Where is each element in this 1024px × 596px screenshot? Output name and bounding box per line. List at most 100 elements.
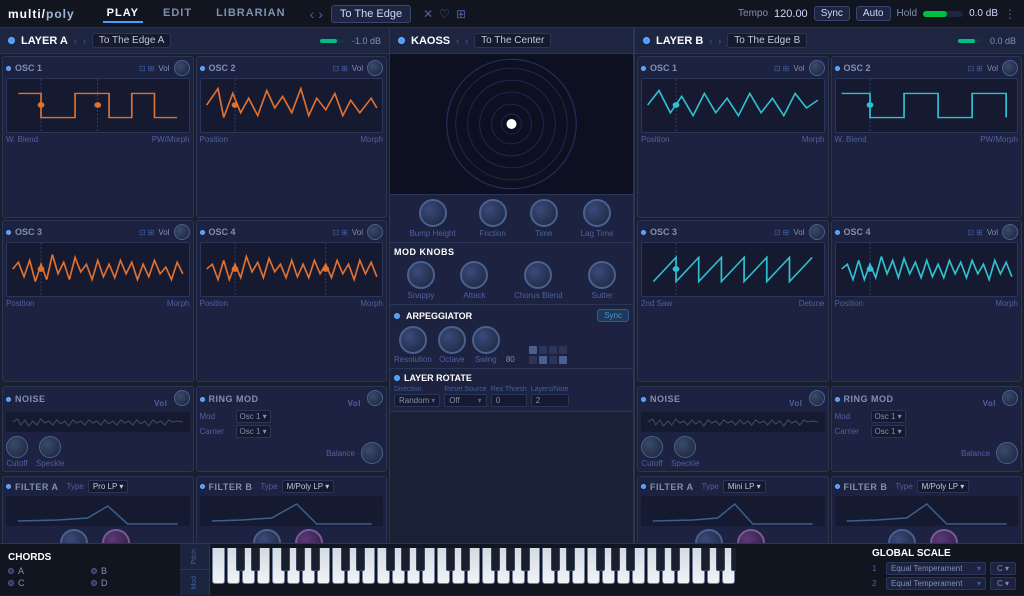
- piano-key-black[interactable]: [401, 548, 410, 571]
- piano-key-white[interactable]: [647, 548, 660, 584]
- piano-key-black[interactable]: [611, 548, 620, 571]
- heart-icon[interactable]: ♡: [439, 7, 450, 21]
- piano-key-white[interactable]: [212, 548, 225, 584]
- gs-val-2[interactable]: Equal Temperament ▾: [886, 577, 986, 590]
- piano-key-black[interactable]: [656, 548, 665, 571]
- piano-key-white[interactable]: [377, 548, 390, 584]
- chord-b[interactable]: B: [91, 566, 172, 576]
- next-preset-arrow[interactable]: ›: [318, 6, 323, 22]
- osc1-wave-icon[interactable]: ⊡: [139, 64, 146, 73]
- chorus-blend-knob[interactable]: [524, 261, 552, 289]
- osc2-vol-knob[interactable]: [367, 60, 383, 76]
- osc3-vol-knob[interactable]: [174, 224, 190, 240]
- resolution-knob[interactable]: [399, 326, 427, 354]
- arp-step-3[interactable]: [549, 346, 557, 354]
- octave-knob[interactable]: [438, 326, 466, 354]
- b-osc4-wave-icon[interactable]: ⊡: [967, 228, 974, 237]
- piano-key-white[interactable]: [332, 548, 345, 584]
- piano-key-black[interactable]: [356, 548, 365, 571]
- piano-keyboard[interactable]: [210, 548, 864, 592]
- b-osc3-wave-icon[interactable]: ⊡: [774, 228, 781, 237]
- filter-b-type-select[interactable]: M/Poly LP ▾: [282, 480, 335, 493]
- piano-key-black[interactable]: [311, 548, 320, 571]
- layer-a-nav-right[interactable]: ›: [83, 36, 86, 46]
- tab-edit[interactable]: EDIT: [159, 5, 196, 23]
- osc4-vol-knob[interactable]: [367, 224, 383, 240]
- osc3-settings-icon[interactable]: ⊞: [148, 228, 155, 237]
- b-noise-speckle-knob[interactable]: [674, 436, 696, 458]
- piano-key-black[interactable]: [236, 548, 245, 571]
- ringmod-vol-knob[interactable]: [367, 390, 383, 406]
- tempo-value[interactable]: 120.00: [774, 8, 808, 20]
- b-osc2-wave-icon[interactable]: ⊡: [967, 64, 974, 73]
- b-osc1-wave-icon[interactable]: ⊡: [774, 64, 781, 73]
- swing-knob[interactable]: [472, 326, 500, 354]
- arp-step-6[interactable]: [539, 356, 547, 364]
- b-osc4-settings-icon[interactable]: ⊞: [976, 228, 983, 237]
- arp-step-1[interactable]: [529, 346, 537, 354]
- piano-key-black[interactable]: [416, 548, 425, 571]
- lag-time-knob[interactable]: [583, 199, 611, 227]
- bump-height-knob[interactable]: [419, 199, 447, 227]
- piano-key-black[interactable]: [551, 548, 560, 571]
- piano-key-black[interactable]: [506, 548, 515, 571]
- save-icon[interactable]: ⊞: [456, 7, 466, 21]
- ringmod-balance-knob[interactable]: [361, 442, 383, 464]
- b-osc3-settings-icon[interactable]: ⊞: [783, 228, 790, 237]
- b-filter-a-type-select[interactable]: Mini LP ▾: [723, 480, 766, 493]
- b-ringmod-carrier-select[interactable]: Osc 1 ▾: [871, 425, 906, 438]
- layer-b-preset[interactable]: To The Edge B: [727, 33, 807, 48]
- arp-step-7[interactable]: [549, 356, 557, 364]
- b-noise-cutoff-knob[interactable]: [641, 436, 663, 458]
- tab-librarian[interactable]: LIBRARIAN: [212, 5, 290, 23]
- ringmod-carrier-select[interactable]: Osc 1 ▾: [236, 425, 271, 438]
- kaoss-preset[interactable]: To The Center: [474, 33, 551, 48]
- b-ringmod-balance-knob[interactable]: [996, 442, 1018, 464]
- gs-key-2[interactable]: C ▾: [990, 577, 1016, 590]
- arp-step-4[interactable]: [559, 346, 567, 354]
- lr-reset-val[interactable]: Off ▾: [444, 394, 486, 407]
- piano-key-black[interactable]: [731, 548, 736, 571]
- piano-key-white[interactable]: [272, 548, 285, 584]
- arp-step-5[interactable]: [529, 356, 537, 364]
- piano-key-black[interactable]: [386, 548, 395, 571]
- arp-step-2[interactable]: [539, 346, 547, 354]
- sync-value[interactable]: Auto: [856, 6, 891, 21]
- b-osc2-vol-knob[interactable]: [1002, 60, 1018, 76]
- piano-key-black[interactable]: [701, 548, 710, 571]
- b-ringmod-vol-knob[interactable]: [1002, 390, 1018, 406]
- layer-a-preset[interactable]: To The Edge A: [92, 33, 171, 48]
- lr-direction-val[interactable]: Random ▾: [394, 394, 440, 407]
- piano-key-black[interactable]: [341, 548, 350, 571]
- layer-b-nav-right[interactable]: ›: [718, 36, 721, 46]
- arp-sync-button[interactable]: Sync: [597, 309, 629, 322]
- filter-a-type-select[interactable]: Pro LP ▾: [88, 480, 129, 493]
- lr-res-thresh-val[interactable]: 0: [491, 394, 527, 407]
- snappy-knob[interactable]: [407, 261, 435, 289]
- b-osc1-settings-icon[interactable]: ⊞: [783, 64, 790, 73]
- b-osc1-vol-knob[interactable]: [809, 60, 825, 76]
- piano-key-black[interactable]: [491, 548, 500, 571]
- piano-key-black[interactable]: [251, 548, 260, 571]
- noise-cutoff-knob[interactable]: [6, 436, 28, 458]
- piano-key-white[interactable]: [482, 548, 495, 584]
- b-noise-vol-knob[interactable]: [809, 390, 825, 406]
- piano-key-black[interactable]: [521, 548, 530, 571]
- piano-key-white[interactable]: [227, 548, 240, 584]
- layer-b-nav-left[interactable]: ‹: [709, 36, 712, 46]
- b-osc3-vol-knob[interactable]: [809, 224, 825, 240]
- gs-key-1[interactable]: C ▾: [990, 562, 1016, 575]
- osc4-settings-icon[interactable]: ⊞: [341, 228, 348, 237]
- b-osc2-settings-icon[interactable]: ⊞: [976, 64, 983, 73]
- piano-key-black[interactable]: [626, 548, 635, 571]
- close-preset-icon[interactable]: ✕: [423, 7, 433, 21]
- sutter-knob[interactable]: [588, 261, 616, 289]
- kaoss-nav-left[interactable]: ‹: [456, 36, 459, 46]
- piano-key-white[interactable]: [542, 548, 555, 584]
- piano-key-black[interactable]: [446, 548, 455, 571]
- piano-key-black[interactable]: [596, 548, 605, 571]
- piano-key-white[interactable]: [692, 548, 705, 584]
- piano-key-black[interactable]: [296, 548, 305, 571]
- b-osc4-vol-knob[interactable]: [1002, 224, 1018, 240]
- chord-c[interactable]: C: [8, 578, 89, 588]
